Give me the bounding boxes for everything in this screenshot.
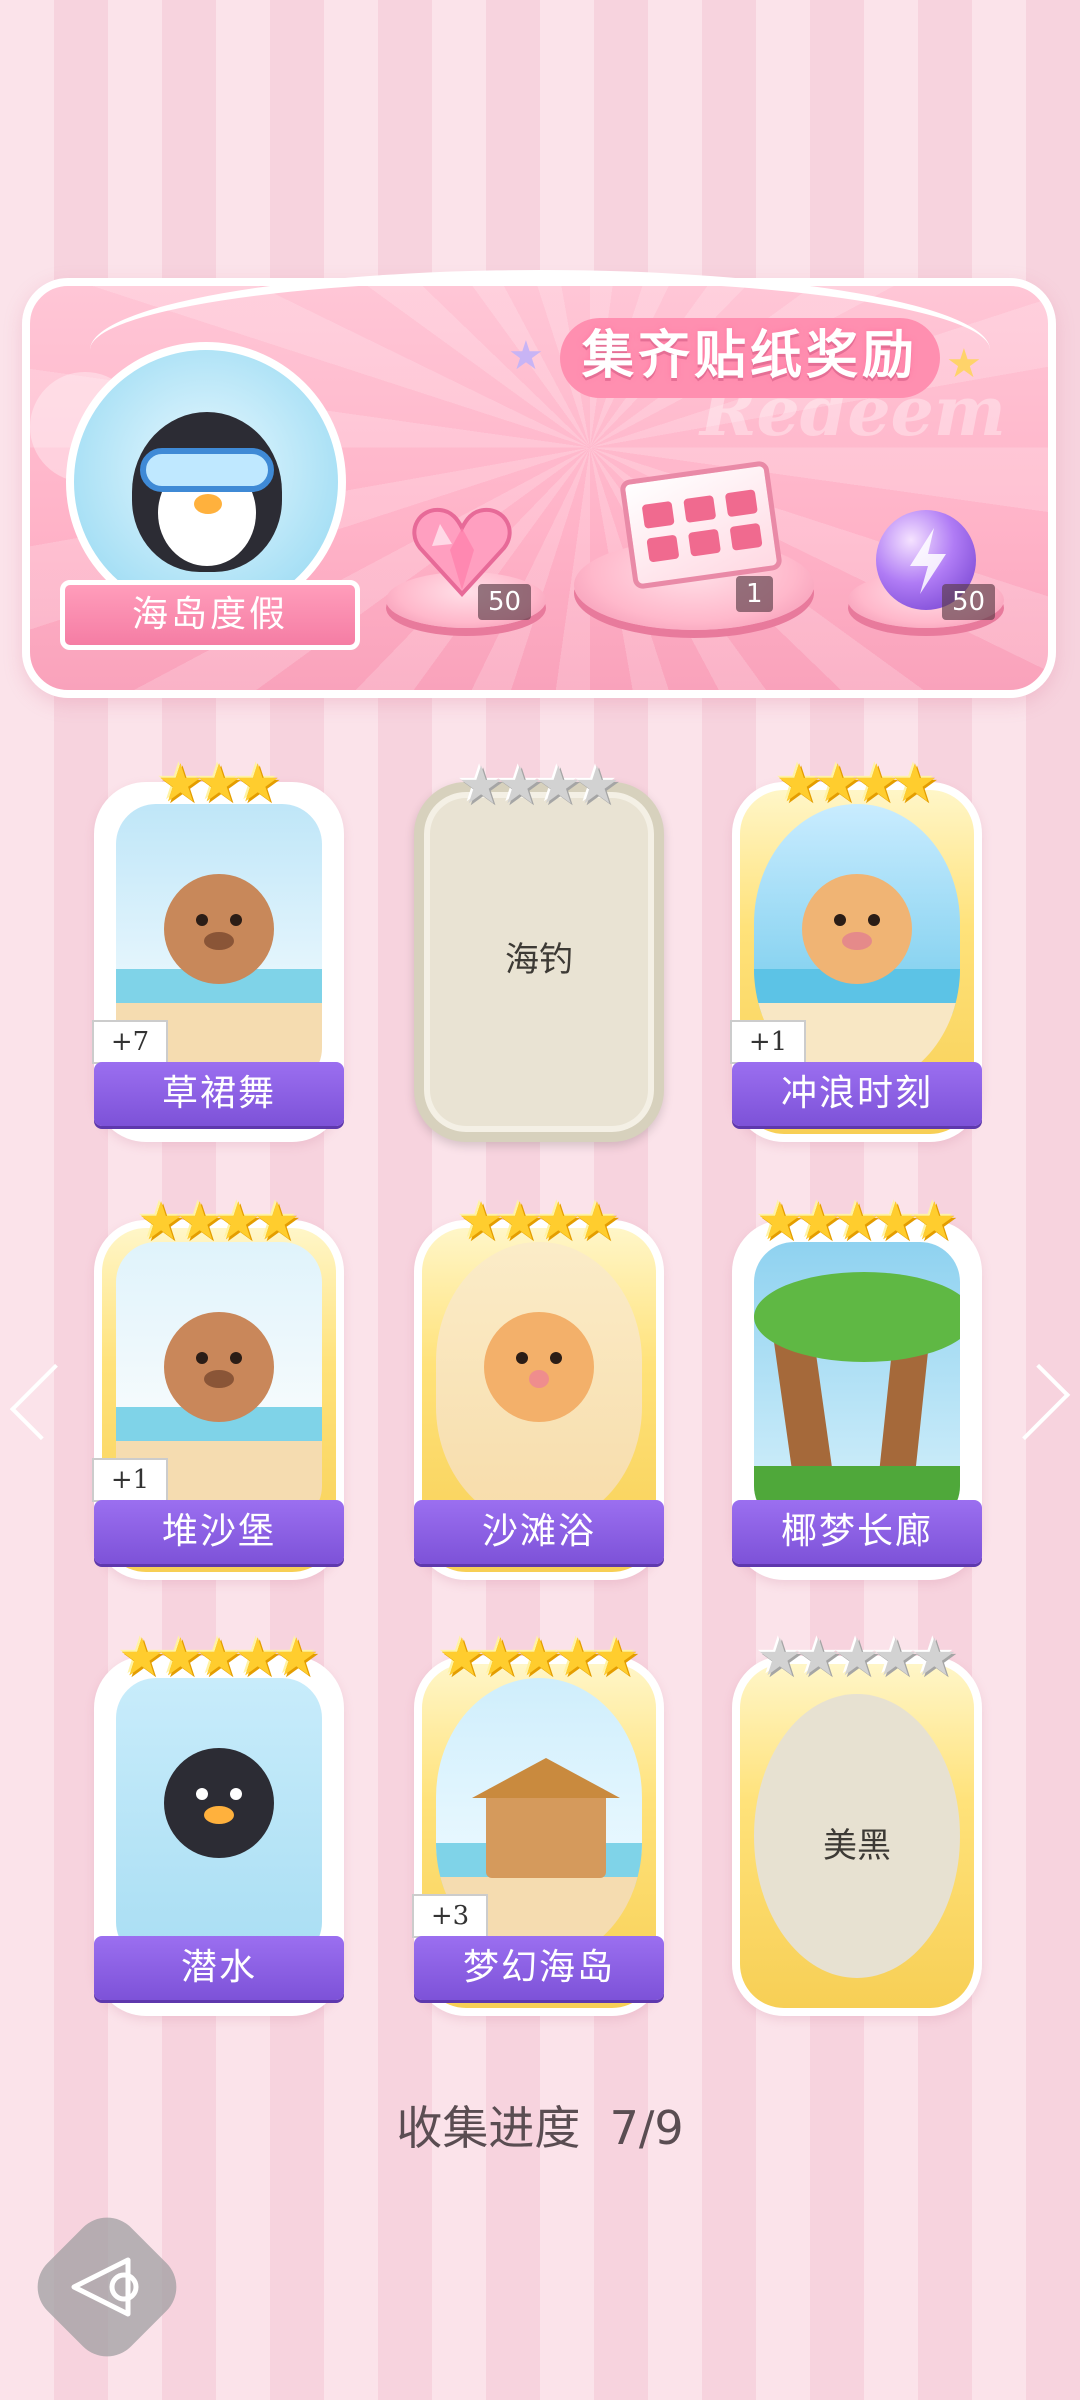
sticker-name: 冲浪时刻 (732, 1062, 982, 1126)
chevron-left-icon[interactable] (9, 1363, 87, 1441)
penguin-icon (164, 1747, 274, 1858)
sticker-card[interactable]: ★★★★★ +3 梦幻海岛 (412, 1628, 664, 2016)
gift-box-icon[interactable] (619, 460, 783, 590)
beach-hut-icon (486, 1788, 606, 1878)
capybara-icon (164, 873, 274, 984)
star-deco-icon: ★ (946, 341, 982, 387)
sticker-name: 椰梦长廊 (732, 1500, 982, 1564)
sticker-card-locked[interactable]: ★★★★★ 美黑 (732, 1628, 982, 2016)
sticker-name: 美黑 (823, 1826, 891, 1866)
banner-title: 集齐贴纸奖励 (560, 318, 940, 398)
back-arrow-icon (71, 2257, 139, 2317)
sticker-art (754, 1242, 960, 1526)
sticker-name: 沙滩浴 (414, 1500, 664, 1564)
sticker-art (116, 1678, 322, 1962)
sticker-card[interactable]: ★★★★ 沙滩浴 (414, 1192, 664, 1580)
theme-name-ribbon: 海岛度假 (60, 580, 360, 650)
palm-leaves-icon (754, 1272, 960, 1362)
star-rating: ★★★★★ (740, 1628, 974, 1688)
duplicate-count-badge: +3 (412, 1894, 488, 1938)
bear-icon (164, 1311, 274, 1422)
collection-progress: 收集进度 7/9 (0, 2092, 1080, 2158)
star-icon: ★ (573, 756, 621, 816)
penguin-beak (194, 494, 222, 514)
sticker-card[interactable]: ★★★★★ 椰梦长廊 (732, 1192, 982, 1580)
sticker-art (436, 1242, 642, 1526)
sticker-card-locked[interactable]: ★★★★ 海钓 (414, 756, 664, 1142)
chevron-right-icon[interactable] (993, 1363, 1071, 1441)
sticker-name: 海钓 (505, 940, 573, 980)
sticker-name: 堆沙堡 (94, 1500, 344, 1564)
star-deco-icon: ★ (508, 333, 544, 379)
star-rating: ★★★★ (424, 756, 654, 816)
hamster-icon (802, 873, 912, 984)
reward-count: 50 (942, 584, 996, 620)
progress-value: 7/9 (609, 2101, 684, 2155)
sticker-card[interactable]: ★★★ +7 草裙舞 (92, 754, 344, 1142)
reward-count: 50 (478, 584, 532, 620)
sticker-name: 梦幻海岛 (414, 1936, 664, 2000)
goggles-icon (140, 448, 274, 492)
sticker-card[interactable]: ★★★★ +1 堆沙堡 (92, 1192, 344, 1580)
sticker-name: 潜水 (94, 1936, 344, 2000)
cat-icon (484, 1311, 594, 1422)
sticker-card[interactable]: ★★★★ +1 冲浪时刻 (730, 754, 982, 1142)
duplicate-count-badge: +1 (730, 1020, 806, 1064)
star-icon: ★ (910, 1628, 958, 1688)
duplicate-count-badge: +1 (92, 1458, 168, 1502)
progress-label: 收集进度 (396, 2101, 581, 2155)
duplicate-count-badge: +7 (92, 1020, 168, 1064)
sticker-card[interactable]: ★★★★★ 潜水 (94, 1628, 344, 2016)
locked-sticker-slot: 美黑 (754, 1694, 960, 1978)
sticker-name: 草裙舞 (94, 1062, 344, 1126)
reward-count: 1 (736, 576, 773, 612)
